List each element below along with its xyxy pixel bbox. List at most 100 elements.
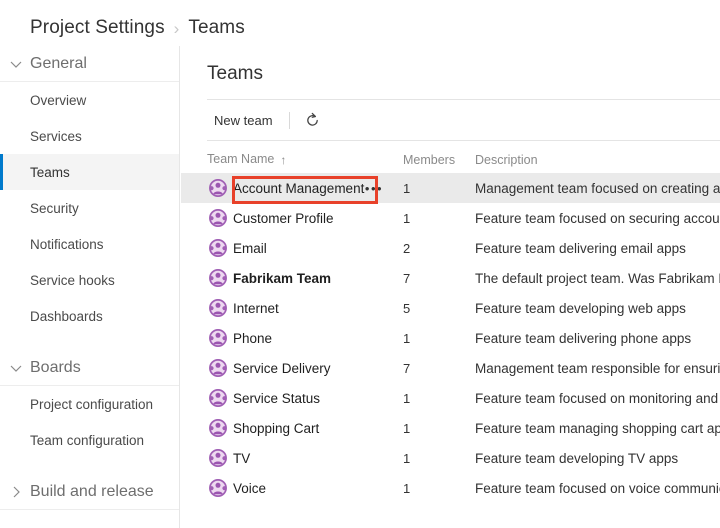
team-name-label: Internet [233, 300, 279, 316]
sidebar-item-label: Team configuration [30, 432, 145, 448]
team-description-cell: Feature team delivering phone apps [475, 323, 720, 353]
chevron-right-icon: › [173, 18, 180, 38]
team-name-cell[interactable]: Customer Profile [233, 203, 334, 233]
team-description-label: Management team focused on creating and … [475, 180, 720, 196]
team-name-cell[interactable]: Account Management [233, 173, 364, 203]
team-name-cell[interactable]: TV [233, 443, 250, 473]
sidebar-item-project-configuration[interactable]: Project configuration [0, 386, 179, 422]
sidebar-group-boards[interactable]: Boards [0, 350, 179, 386]
sidebar-group-general[interactable]: General [0, 46, 179, 82]
team-name-label: Service Delivery [233, 360, 331, 376]
team-name-label: TV [233, 450, 251, 466]
sidebar-item-security[interactable]: Security [0, 190, 179, 226]
sidebar-item-dashboards[interactable]: Dashboards [0, 298, 179, 334]
team-name-cell[interactable]: Internet [233, 293, 279, 323]
table-row[interactable]: Voice 1 Feature team focused on voice comm… [181, 473, 720, 503]
chevron-down-icon [8, 360, 24, 376]
team-members-cell: 1 [403, 443, 410, 473]
team-members-cell: 1 [403, 323, 410, 353]
team-members-cell: 1 [403, 413, 410, 443]
table-header-row: Team Name ↑ Members Description [181, 146, 720, 173]
breadcrumb-item-project-settings[interactable]: Project Settings [30, 17, 165, 39]
team-name-cell[interactable]: Voice [233, 473, 266, 503]
team-members-cell: 1 [403, 173, 410, 203]
team-description-label: Feature team focused on voice communicat… [475, 480, 720, 496]
team-name-cell[interactable]: Service Delivery [233, 353, 331, 383]
team-members-cell: 5 [403, 293, 410, 323]
team-name-label: Phone [233, 330, 273, 346]
table-row[interactable]: Internet 5 Feature team developing web app… [181, 293, 720, 323]
table-body: Account Management ••• 1 Management team fo… [181, 173, 720, 503]
sidebar-item-service-hooks[interactable]: Service hooks [0, 262, 179, 298]
sidebar-group-label: Boards [30, 358, 81, 376]
row-context-menu-button[interactable]: ••• [363, 173, 385, 203]
sidebar-item-label: Notifications [30, 236, 104, 252]
column-header-members[interactable]: Members [403, 153, 455, 167]
new-team-button[interactable]: New team [207, 109, 280, 132]
team-members-cell: 7 [403, 263, 410, 293]
sidebar-item-label: Security [30, 200, 79, 216]
team-description-label: Feature team developing TV apps [475, 450, 679, 466]
team-description-cell: Feature team delivering email apps [475, 233, 720, 263]
sidebar-item-teams[interactable]: Teams [0, 154, 179, 190]
team-avatar-icon [207, 473, 229, 503]
chevron-right-icon [8, 484, 24, 500]
team-description-cell: Feature team managing shopping cart apps [475, 413, 720, 443]
team-members-cell: 1 [403, 203, 410, 233]
team-avatar-icon [207, 353, 229, 383]
team-members-count: 1 [403, 180, 411, 196]
breadcrumb: Project Settings › Teams [0, 8, 245, 48]
team-description-cell: Feature team focused on monitoring and a… [475, 383, 720, 413]
sidebar-group-build-and-release[interactable]: Build and release [0, 474, 179, 510]
sidebar-item-label: Service hooks [30, 272, 115, 288]
team-members-count: 7 [403, 270, 411, 286]
team-description-label: Feature team delivering email apps [475, 240, 686, 256]
refresh-icon[interactable] [301, 108, 325, 132]
table-row[interactable]: Account Management ••• 1 Management team fo… [181, 173, 720, 203]
table-row[interactable]: Shopping Cart 1 Feature team managing shop… [181, 413, 720, 443]
team-name-cell[interactable]: Service Status [233, 383, 320, 413]
team-description-cell: Management team focused on creating and … [475, 173, 720, 203]
team-avatar-icon [207, 443, 229, 473]
team-avatar-icon [207, 203, 229, 233]
team-name-label: Shopping Cart [233, 420, 320, 436]
page-title: Teams [207, 63, 263, 84]
column-header-label: Team Name [207, 152, 275, 166]
sidebar-item-label: Project configuration [30, 396, 154, 412]
team-members-count: 1 [403, 390, 411, 406]
app-root: Project Settings › Teams General Overvie… [0, 0, 720, 528]
table-row[interactable]: Customer Profile 1 Feature team focused on… [181, 203, 720, 233]
team-avatar-icon [207, 173, 229, 203]
sidebar-item-services[interactable]: Services [0, 118, 179, 154]
team-members-cell: 1 [403, 473, 410, 503]
sidebar-item-team-configuration[interactable]: Team configuration [0, 422, 179, 458]
team-members-count: 2 [403, 240, 411, 256]
sidebar-item-label: Dashboards [30, 308, 103, 324]
sidebar-item-overview[interactable]: Overview [0, 82, 179, 118]
column-header-team-name[interactable]: Team Name ↑ [207, 152, 286, 167]
team-description-cell: Feature team focused on voice communicat… [475, 473, 720, 503]
table-row[interactable]: TV 1 Feature team developing TV apps [181, 443, 720, 473]
team-members-count: 5 [403, 300, 411, 316]
divider-bottom [207, 140, 720, 141]
table-row[interactable]: Email 2 Feature team delivering email apps [181, 233, 720, 263]
team-name-cell[interactable]: Phone [233, 323, 272, 353]
team-members-count: 1 [403, 420, 411, 436]
team-name-cell[interactable]: Fabrikam Team [233, 263, 331, 293]
column-header-description[interactable]: Description [475, 153, 538, 167]
team-description-cell: Feature team focused on securing account… [475, 203, 720, 233]
table-row[interactable]: Fabrikam Team 7 The default project team. … [181, 263, 720, 293]
team-description-label: Feature team developing web apps [475, 300, 686, 316]
table-row[interactable]: Phone 1 Feature team delivering phone apps [181, 323, 720, 353]
breadcrumb-item-teams[interactable]: Teams [188, 17, 244, 39]
sidebar-item-notifications[interactable]: Notifications [0, 226, 179, 262]
team-name-cell[interactable]: Shopping Cart [233, 413, 319, 443]
sidebar-item-label: Overview [30, 92, 87, 108]
table-row[interactable]: Service Delivery 7 Management team respons… [181, 353, 720, 383]
team-description-label: The default project team. Was Fabrikam F… [475, 270, 720, 286]
team-description-label: Feature team managing shopping cart apps [475, 420, 720, 436]
table-row[interactable]: Service Status 1 Feature team focused on m… [181, 383, 720, 413]
toolbar-divider [288, 111, 290, 129]
team-name-cell[interactable]: Email [233, 233, 267, 263]
